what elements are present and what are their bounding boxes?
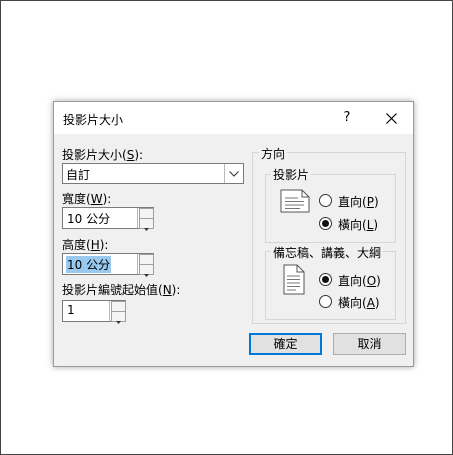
notes-group-title: 備忘稿、講義、大綱 <box>271 244 384 261</box>
cancel-button[interactable]: 取消 <box>333 333 406 355</box>
page-portrait-icon <box>283 264 305 295</box>
orientation-title: 方向 <box>259 145 288 162</box>
slide-number-start-label: 投影片編號起始值(N): <box>62 283 181 297</box>
slide-number-start-spinbox[interactable]: 1 <box>62 300 126 324</box>
height-decrease-button[interactable] <box>139 264 154 277</box>
slide-size-combobox[interactable]: 自訂 <box>62 163 244 184</box>
width-value: 10 公分 <box>67 212 111 226</box>
height-value: 10 公分 <box>66 256 112 273</box>
height-spinbox[interactable]: 10 公分 <box>62 253 154 277</box>
slide-size-label: 投影片大小(S): <box>62 148 144 162</box>
arrow-down-icon <box>116 321 121 324</box>
slides-portrait-radio[interactable] <box>319 194 332 207</box>
help-button[interactable]: ? <box>336 107 358 129</box>
notes-portrait-label[interactable]: 直向(O) <box>338 272 381 289</box>
slide-size-value: 自訂 <box>66 168 91 182</box>
width-spin-buttons <box>137 208 154 231</box>
dropdown-button[interactable] <box>224 164 243 183</box>
page-landscape-icon <box>280 189 310 213</box>
slides-portrait-label[interactable]: 直向(P) <box>338 193 379 210</box>
arrow-down-icon <box>144 228 149 231</box>
width-decrease-button[interactable] <box>139 218 154 231</box>
slides-group-title: 投影片 <box>271 166 312 183</box>
slides-landscape-label[interactable]: 橫向(L) <box>338 216 378 233</box>
slide-number-start-value: 1 <box>67 303 75 317</box>
ok-button[interactable]: 確定 <box>249 333 322 355</box>
height-label: 高度(H): <box>62 238 109 252</box>
notes-landscape-radio[interactable] <box>319 295 332 308</box>
close-icon <box>385 113 397 124</box>
close-button[interactable] <box>378 107 404 129</box>
notes-landscape-label[interactable]: 橫向(A) <box>338 294 380 311</box>
height-spin-buttons <box>137 254 154 277</box>
slides-landscape-radio[interactable] <box>319 217 332 230</box>
arrow-down-icon <box>144 274 149 277</box>
number-spin-buttons <box>109 301 126 324</box>
title-bar: 投影片大小 ? <box>54 102 413 134</box>
number-decrease-button[interactable] <box>111 311 126 324</box>
width-label: 寬度(W): <box>62 192 112 206</box>
dialog-title: 投影片大小 <box>63 113 124 127</box>
slide-size-dialog: 投影片大小 ? 投影片大小(S): 自訂 寬度(W): 10 公分 高度(H):… <box>53 101 414 367</box>
width-spinbox[interactable]: 10 公分 <box>62 207 154 231</box>
chevron-down-icon <box>229 171 239 177</box>
notes-portrait-radio[interactable] <box>319 273 332 286</box>
